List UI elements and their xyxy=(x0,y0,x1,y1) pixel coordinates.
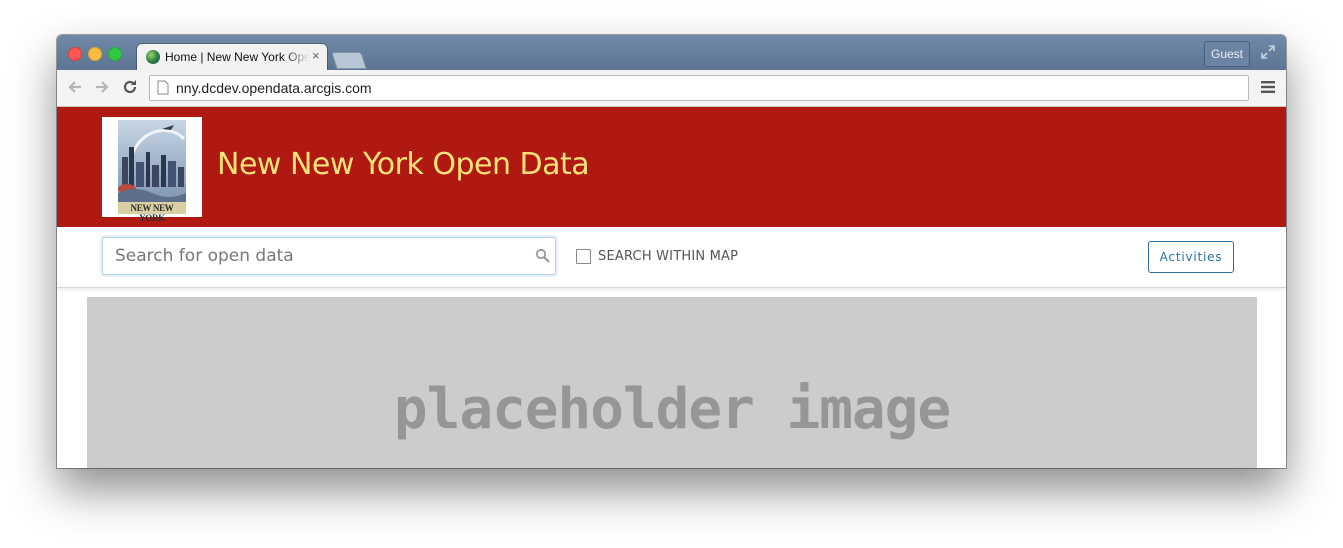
tab-close-icon[interactable]: × xyxy=(312,48,320,63)
back-arrow-icon[interactable] xyxy=(65,77,85,97)
search-input[interactable] xyxy=(102,237,556,275)
browser-titlebar: Home | New New York Open Data × Guest xyxy=(57,35,1286,70)
search-within-map-checkbox[interactable] xyxy=(576,249,591,264)
search-toolbar: SEARCH WITHIN MAP Activities xyxy=(57,227,1286,288)
browser-toolbar: nny.dcdev.opendata.arcgis.com xyxy=(57,70,1286,107)
menu-icon[interactable] xyxy=(1261,80,1275,94)
url-text: nny.dcdev.opendata.arcgis.com xyxy=(176,80,372,96)
search-icon[interactable] xyxy=(535,248,551,264)
guest-profile-button[interactable]: Guest xyxy=(1204,41,1250,67)
tab-title: Home | New New York Open Data xyxy=(165,50,310,64)
zoom-window-button[interactable] xyxy=(108,47,122,61)
page-icon xyxy=(157,80,169,95)
fullscreen-icon[interactable] xyxy=(1260,44,1276,60)
placeholder-text: placeholder image xyxy=(393,377,951,442)
browser-window: Home | New New York Open Data × Guest nn… xyxy=(57,35,1286,468)
close-window-button[interactable] xyxy=(68,47,82,61)
globe-favicon-icon xyxy=(146,50,160,64)
activities-button[interactable]: Activities xyxy=(1148,241,1234,273)
minimize-window-button[interactable] xyxy=(88,47,102,61)
search-within-map-label[interactable]: SEARCH WITHIN MAP xyxy=(598,249,738,264)
address-bar[interactable]: nny.dcdev.opendata.arcgis.com xyxy=(149,75,1249,101)
forward-arrow-icon[interactable] xyxy=(92,77,112,97)
browser-tab[interactable]: Home | New New York Open Data × xyxy=(137,44,327,70)
city-poster-logo xyxy=(118,120,186,214)
hero-placeholder-image: placeholder image xyxy=(87,297,1257,468)
reload-icon[interactable] xyxy=(120,77,140,97)
new-tab-button[interactable] xyxy=(331,52,367,69)
logo-caption: NEW NEW YORK xyxy=(130,203,174,223)
site-logo[interactable]: NEW NEW YORK xyxy=(102,117,202,223)
site-header: NEW NEW YORK New New York Open Data xyxy=(57,107,1286,227)
site-title[interactable]: New New York Open Data xyxy=(217,147,590,182)
